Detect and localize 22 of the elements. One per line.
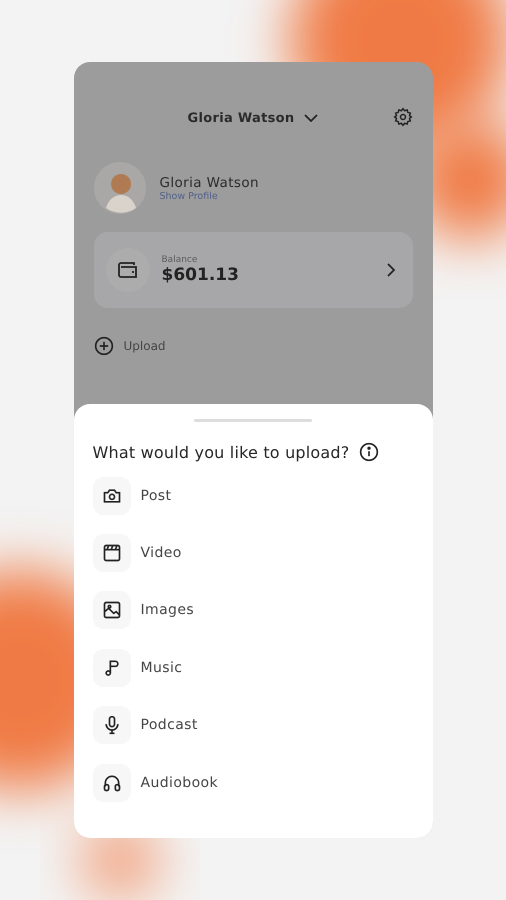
option-label[interactable]: Video <box>140 541 182 566</box>
account-name[interactable]: Gloria Watson <box>188 110 294 126</box>
info-icon[interactable] <box>359 442 380 462</box>
balance-amount: $601.13 <box>162 265 240 285</box>
option-label[interactable]: Music <box>140 656 182 680</box>
chevron-right-icon <box>386 263 394 277</box>
chevron-down-icon[interactable] <box>304 114 318 122</box>
option-label[interactable]: Audiobook <box>140 770 218 795</box>
settings-icon[interactable] <box>392 107 412 127</box>
balance-card[interactable]: Balance $601.13 <box>94 232 412 308</box>
plus-circle-icon[interactable] <box>94 336 114 356</box>
profile-name: Gloria Watson <box>160 174 259 190</box>
option-label[interactable]: Post <box>140 484 172 508</box>
headphones-icon <box>102 772 122 793</box>
sheet-title: What would you like to upload? <box>92 442 350 462</box>
upload-label[interactable]: Upload <box>124 339 166 353</box>
option-label[interactable]: Podcast <box>140 713 198 738</box>
option-label[interactable]: Images <box>140 598 194 622</box>
wallet-icon <box>118 261 138 279</box>
image-icon <box>102 600 122 620</box>
clapperboard-icon <box>102 543 122 564</box>
balance-label: Balance <box>162 255 198 265</box>
